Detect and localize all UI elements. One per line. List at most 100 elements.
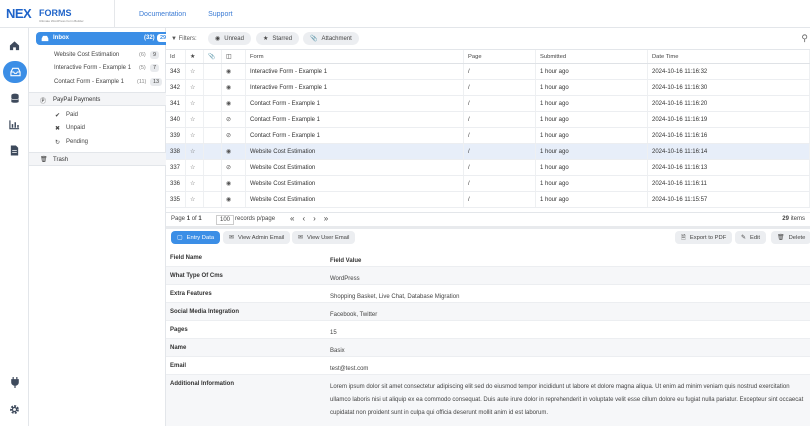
file-icon[interactable] bbox=[6, 142, 23, 159]
database-icon[interactable] bbox=[6, 90, 23, 107]
sidebar-item-unpaid[interactable]: ✖ Unpaid bbox=[29, 122, 166, 135]
eye-icon[interactable]: ◉ bbox=[226, 196, 231, 203]
sidebar-item-label: Unpaid bbox=[66, 125, 86, 131]
paypal-icon: Ⓟ bbox=[40, 99, 47, 105]
star-outline-icon[interactable]: ☆ bbox=[190, 132, 195, 139]
column-header-page: Page bbox=[464, 50, 536, 63]
last-page-button[interactable]: » bbox=[324, 214, 336, 223]
main-panel: ▼ Filters: ◉ Unread ★ Starred 📎 Attachment … bbox=[166, 28, 810, 426]
filter-unread-chip[interactable]: ◉ Unread bbox=[208, 32, 251, 45]
row-page: / bbox=[464, 176, 536, 191]
read-status: ⊘ bbox=[222, 112, 246, 127]
sidebar-item-pending[interactable]: ↻ Pending bbox=[29, 136, 166, 149]
row-form: Contact Form - Example 1 bbox=[246, 128, 464, 143]
table-row[interactable]: 340 ☆ ⊘ Contact Form - Example 1/1 hour ago… bbox=[166, 112, 810, 128]
row-form: Website Cost Estimation bbox=[246, 176, 464, 191]
inbox-icon[interactable] bbox=[3, 61, 27, 83]
star-outline-icon[interactable]: ☆ bbox=[190, 84, 195, 91]
table-row[interactable]: 341 ☆ ◉ Contact Form - Example 1/1 hour ago… bbox=[166, 96, 810, 112]
paperclip-icon: 📎 bbox=[310, 36, 318, 42]
detail-row: Additional Information Lorem ipsum dolor … bbox=[166, 375, 810, 426]
export-pdf-button[interactable]: 🗎 Export to PDF bbox=[675, 231, 733, 244]
eye-icon[interactable]: ◉ bbox=[226, 84, 231, 91]
filter-attachment-chip[interactable]: 📎 Attachment bbox=[303, 32, 359, 45]
eye-slash-icon[interactable]: ⊘ bbox=[226, 116, 231, 123]
x-icon: ✖ bbox=[55, 126, 61, 132]
filter-label: ▼ Filters: bbox=[171, 36, 197, 42]
records-per-page-input[interactable]: 100 bbox=[216, 215, 235, 225]
sidebar-item-trash[interactable]: 🗑 Trash bbox=[29, 152, 166, 166]
entry-action-bar: ▢ Entry Data ✉ View Admin Email ✉ View User… bbox=[166, 229, 810, 249]
prev-page-button[interactable]: ‹ bbox=[302, 214, 313, 223]
chip-label: Starred bbox=[272, 35, 293, 42]
table-header: Id ★ 📎 ◫ Form Page Submitted Date Time bbox=[166, 50, 810, 64]
field-name: Social Media Integration bbox=[170, 309, 240, 315]
eye-icon[interactable]: ◉ bbox=[226, 148, 231, 155]
gear-icon[interactable] bbox=[6, 401, 23, 418]
field-name: Email bbox=[170, 363, 187, 369]
row-submitted: 1 hour ago bbox=[536, 144, 648, 159]
eye-slash-icon[interactable]: ⊘ bbox=[226, 164, 231, 171]
table-row[interactable]: 336 ☆ ◉ Website Cost Estimation/1 hour ago 2… bbox=[166, 176, 810, 192]
button-label: Edit bbox=[750, 234, 761, 241]
star-icon: ★ bbox=[190, 53, 196, 60]
row-form: Website Cost Estimation bbox=[246, 192, 464, 207]
attachment-cell bbox=[204, 176, 222, 191]
sidebar-item-form[interactable]: Interactive Form - Example 1 (5) 7 bbox=[29, 62, 166, 75]
pagination-controls: «‹›» bbox=[290, 214, 336, 223]
filter-starred-chip[interactable]: ★ Starred bbox=[256, 32, 300, 45]
star-outline-icon[interactable]: ☆ bbox=[190, 180, 195, 187]
table-row[interactable]: 338 ☆ ◉ Website Cost Estimation/1 hour ago 2… bbox=[166, 144, 810, 160]
sidebar-item-paid[interactable]: ✔ Paid bbox=[29, 109, 166, 122]
star-outline-icon[interactable]: ☆ bbox=[190, 164, 195, 171]
table-row[interactable]: 342 ☆ ◉ Interactive Form - Example 1/1 hour… bbox=[166, 80, 810, 96]
row-form: Website Cost Estimation bbox=[246, 160, 464, 175]
row-datetime: 2024-10-16 11:16:13 bbox=[648, 160, 810, 175]
trash-icon: 🗑 bbox=[777, 235, 785, 241]
first-page-button[interactable]: « bbox=[290, 214, 302, 223]
column-header-datetime: Date Time bbox=[648, 50, 810, 63]
star-outline-icon[interactable]: ☆ bbox=[190, 196, 195, 203]
star-icon: ★ bbox=[263, 36, 269, 42]
chart-icon[interactable] bbox=[6, 116, 23, 133]
star-outline-icon[interactable]: ☆ bbox=[190, 68, 195, 75]
row-page: / bbox=[464, 112, 536, 127]
view-admin-email-button[interactable]: ✉ View Admin Email bbox=[223, 231, 291, 244]
eye-slash-icon[interactable]: ⊘ bbox=[226, 132, 231, 139]
sidebar-item-label: Interactive Form - Example 1 bbox=[54, 65, 132, 71]
plug-icon[interactable] bbox=[6, 374, 23, 391]
attachment-cell bbox=[204, 144, 222, 159]
star-outline-icon[interactable]: ☆ bbox=[190, 148, 195, 155]
row-page: / bbox=[464, 192, 536, 207]
sidebar-item-form[interactable]: Contact Form - Example 1 (11) 13 bbox=[29, 76, 166, 89]
pdf-icon: 🗎 bbox=[681, 234, 686, 241]
column-header-read: ◫ bbox=[222, 50, 246, 63]
sidebar-section-paypal[interactable]: Ⓟ PayPal Payments bbox=[29, 92, 166, 106]
eye-icon[interactable]: ◉ bbox=[226, 100, 231, 107]
table-row[interactable]: 335 ☆ ◉ Website Cost Estimation/1 hour ago 2… bbox=[166, 192, 810, 208]
support-link[interactable]: Support bbox=[208, 11, 233, 18]
eye-icon[interactable]: ◉ bbox=[226, 68, 231, 75]
search-icon[interactable]: ⚲ bbox=[801, 33, 808, 44]
table-row[interactable]: 343 ☆ ◉ Interactive Form - Example 1/1 hour… bbox=[166, 64, 810, 80]
edit-button[interactable]: ✎ Edit bbox=[735, 231, 767, 244]
view-user-email-button[interactable]: ✉ View User Email bbox=[292, 231, 356, 244]
next-page-button[interactable]: › bbox=[313, 214, 324, 223]
documentation-link[interactable]: Documentation bbox=[139, 11, 186, 18]
table-row[interactable]: 337 ☆ ⊘ Website Cost Estimation/1 hour ago 2… bbox=[166, 160, 810, 176]
field-name: What Type Of Cms bbox=[170, 273, 223, 279]
row-form: Interactive Form - Example 1 bbox=[246, 64, 464, 79]
row-submitted: 1 hour ago bbox=[536, 192, 648, 207]
row-id: 339 bbox=[166, 128, 186, 143]
entry-data-button[interactable]: ▢ Entry Data bbox=[171, 231, 221, 244]
sidebar-item-form[interactable]: Website Cost Estimation (6) 9 bbox=[29, 49, 166, 62]
star-outline-icon[interactable]: ☆ bbox=[190, 116, 195, 123]
eye-icon[interactable]: ◉ bbox=[226, 180, 231, 187]
star-outline-icon[interactable]: ☆ bbox=[190, 100, 195, 107]
sidebar-section-label: PayPal Payments bbox=[53, 97, 101, 103]
home-icon[interactable] bbox=[6, 37, 23, 54]
delete-button[interactable]: 🗑 Delete bbox=[771, 231, 810, 244]
table-row[interactable]: 339 ☆ ⊘ Contact Form - Example 1/1 hour ago… bbox=[166, 128, 810, 144]
nexforms-logo[interactable]: NEX FORMS Ultimate WordPress Form Builde… bbox=[6, 6, 88, 23]
form-total-count: (6) bbox=[139, 52, 146, 58]
